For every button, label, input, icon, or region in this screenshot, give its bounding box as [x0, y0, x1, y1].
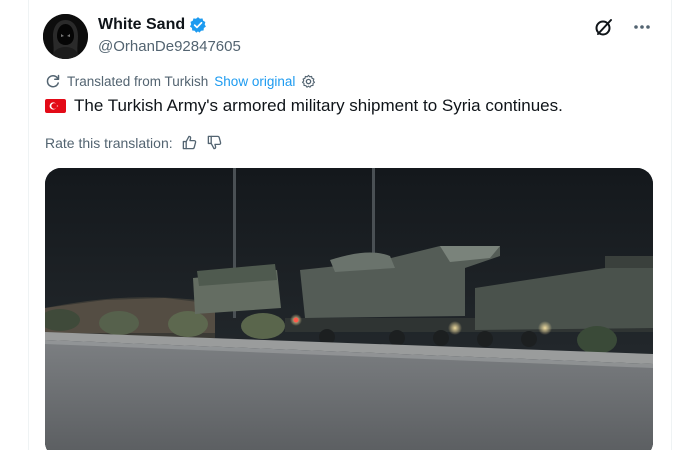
more-button[interactable] — [631, 16, 653, 38]
display-name[interactable]: White Sand — [98, 16, 185, 34]
tweet-text: The Turkish Army's armored military ship… — [45, 96, 563, 116]
rate-translation-row: Rate this translation: — [45, 134, 223, 151]
rate-translation-label: Rate this translation: — [45, 134, 173, 151]
grok-button[interactable] — [593, 16, 615, 38]
gear-icon[interactable] — [301, 74, 316, 89]
military-convoy-image — [45, 168, 653, 450]
tweet-body: The Turkish Army's armored military ship… — [74, 96, 563, 115]
top-actions — [593, 16, 653, 38]
translation-notice: Translated from Turkish Show original — [45, 73, 316, 89]
grok-icon — [595, 19, 612, 36]
more-icon — [634, 25, 650, 29]
avatar[interactable] — [43, 14, 88, 59]
tweet-media-video[interactable] — [45, 168, 653, 450]
turkey-flag-icon — [45, 99, 66, 113]
thumbs-down-icon[interactable] — [206, 134, 223, 151]
thumbs-up-icon[interactable] — [181, 134, 198, 151]
hooded-figure-avatar-icon — [43, 14, 88, 59]
show-original-link[interactable]: Show original — [214, 74, 295, 89]
name-row: White Sand — [98, 16, 207, 34]
user-handle[interactable]: @OrhanDe92847605 — [98, 38, 241, 55]
verified-badge-icon — [190, 17, 206, 33]
translated-from-label: Translated from Turkish — [67, 73, 209, 89]
translate-icon — [46, 74, 60, 88]
tweet-card: White Sand @OrhanDe92847605 Translated f… — [28, 0, 672, 450]
